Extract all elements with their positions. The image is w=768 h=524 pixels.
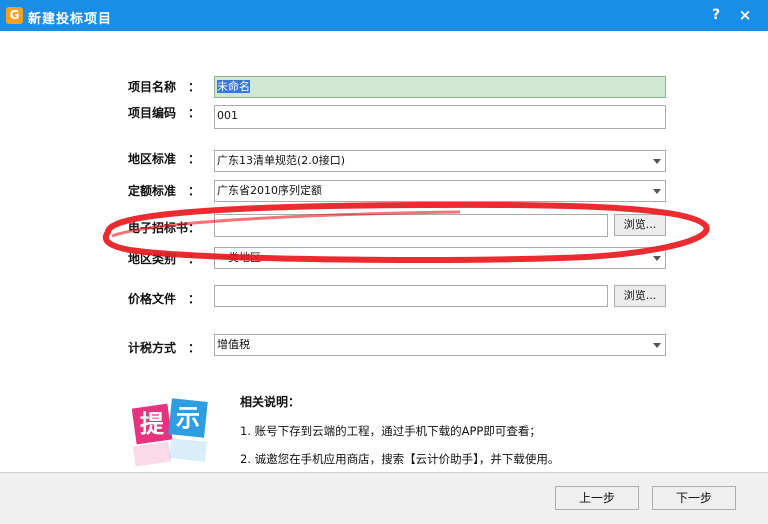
hint-line-1: 1. 账号下存到云端的工程，通过手机下载的APP即可查看； — [240, 424, 541, 438]
region-type-value: 一类地区 — [217, 251, 261, 264]
quota-standard-select[interactable]: 广东省2010序列定额 — [214, 180, 666, 202]
title-bar: G 新建投标项目 ? × — [0, 0, 768, 31]
chevron-down-icon — [653, 256, 661, 261]
tax-method-value: 增值税 — [217, 338, 250, 351]
price-file-label: 价格文件 — [128, 292, 177, 306]
chevron-down-icon — [653, 189, 661, 194]
help-button[interactable]: ? — [706, 5, 726, 25]
badge-char-1: 提 — [140, 410, 165, 438]
project-name-colon: ： — [188, 80, 201, 94]
quota-standard-value: 广东省2010序列定额 — [217, 184, 322, 197]
tender-doc-browse-button[interactable]: 浏览... — [614, 214, 666, 236]
hint-title: 相关说明： — [240, 395, 301, 409]
tender-doc-colon: ： — [188, 221, 201, 235]
price-file-browse-button[interactable]: 浏览... — [614, 285, 666, 307]
price-file-input[interactable] — [214, 285, 608, 307]
project-code-input[interactable]: 001 — [214, 105, 666, 129]
quota-standard-colon: ： — [188, 184, 201, 198]
price-file-colon: ： — [188, 292, 201, 306]
quota-standard-label: 定额标准 — [128, 184, 177, 198]
chevron-down-icon — [653, 159, 661, 164]
chevron-down-icon — [653, 343, 661, 348]
badge-char-2: 示 — [176, 404, 200, 432]
project-name-input[interactable]: 未命名 — [214, 76, 666, 98]
project-name-label: 项目名称 — [128, 80, 177, 94]
region-standard-value: 广东13清单规范(2.0接口) — [217, 154, 346, 167]
next-step-button[interactable]: 下一步 — [652, 486, 736, 510]
tender-doc-input[interactable] — [214, 214, 608, 237]
region-type-label: 地区类别 — [128, 252, 177, 266]
region-standard-select[interactable]: 广东13清单规范(2.0接口) — [214, 150, 666, 172]
region-type-select[interactable]: 一类地区 — [214, 247, 666, 269]
app-logo-icon: G — [6, 7, 23, 24]
project-code-colon: ： — [188, 106, 201, 120]
tax-method-select[interactable]: 增值税 — [214, 334, 666, 356]
tender-doc-label: 电子招标书 — [128, 221, 189, 235]
hint-badge-icon: 提 示 — [132, 398, 208, 467]
project-name-value: 未命名 — [217, 80, 250, 93]
project-code-label: 项目编码 — [128, 106, 177, 120]
close-button[interactable]: × — [735, 5, 755, 25]
tax-method-label: 计税方式 — [128, 341, 177, 355]
region-standard-colon: ： — [188, 152, 201, 166]
region-type-colon: ： — [188, 252, 201, 266]
region-standard-label: 地区标准 — [128, 152, 177, 166]
prev-step-button[interactable]: 上一步 — [555, 486, 639, 510]
window-title: 新建投标项目 — [28, 12, 113, 27]
hint-line-2: 2. 诚邀您在手机应用商店，搜索【云计价助手】，并下载使用。 — [240, 452, 560, 466]
tax-method-colon: ： — [188, 341, 201, 355]
